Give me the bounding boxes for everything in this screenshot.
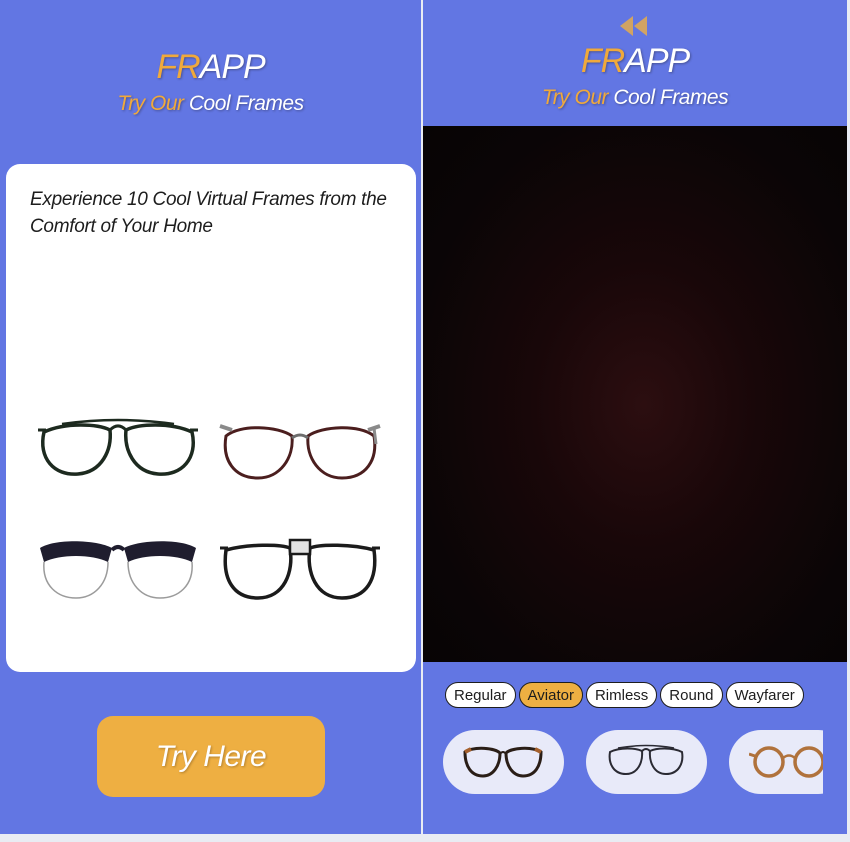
tab-regular[interactable]: Regular	[445, 682, 516, 708]
tab-rimless[interactable]: Rimless	[585, 682, 658, 708]
frame-thumbnail[interactable]	[443, 730, 564, 794]
browline-frame-icon	[40, 541, 196, 599]
landing-screen: FRAPP Try Our Cool Frames Experience 10 …	[0, 0, 421, 834]
aviator-frame-icon	[38, 418, 198, 476]
camera-view[interactable]	[423, 126, 847, 662]
brand-rest: APP	[624, 42, 690, 80]
intro-text: Experience 10 Cool Virtual Frames from t…	[30, 189, 387, 237]
intro-card: Experience 10 Cool Virtual Frames from t…	[6, 164, 416, 672]
square-aviator-frame-icon	[220, 538, 380, 600]
brand-accent: FR	[580, 42, 625, 80]
tab-wayfarer[interactable]: Wayfarer	[725, 682, 804, 708]
tagline-rest: Cool Frames	[613, 86, 729, 109]
brand-rest: APP	[199, 48, 266, 86]
tortoise-round-frame-icon	[749, 746, 823, 778]
tab-round[interactable]: Round	[660, 682, 723, 708]
aviator-frame-icon	[608, 744, 684, 776]
tagline-rest: Cool Frames	[188, 92, 304, 115]
tagline-accent: Try Our	[117, 92, 184, 115]
tagline: Try Our Cool Frames	[423, 86, 847, 110]
rewind-icon[interactable]	[619, 15, 649, 37]
try-here-button[interactable]: Try Here	[97, 716, 325, 797]
frame-carousel[interactable]	[443, 730, 823, 794]
tortoise-cat-eye-frame-icon	[463, 746, 543, 778]
brand-accent: FR	[156, 48, 200, 86]
category-tabs: Regular Aviator Rimless Round Wayfarer	[445, 682, 804, 708]
frame-thumbnail[interactable]	[586, 730, 707, 794]
brand-logo: FRAPP	[423, 42, 847, 81]
brand-logo: FRAPP	[0, 48, 421, 87]
tagline-accent: Try Our	[541, 86, 609, 109]
cat-eye-frame-icon	[219, 424, 381, 480]
try-on-screen: FRAPP Try Our Cool Frames Regular Aviato…	[423, 0, 847, 834]
tab-aviator[interactable]: Aviator	[518, 682, 583, 708]
frame-thumbnail[interactable]	[729, 730, 823, 794]
tagline: Try Our Cool Frames	[0, 92, 421, 116]
